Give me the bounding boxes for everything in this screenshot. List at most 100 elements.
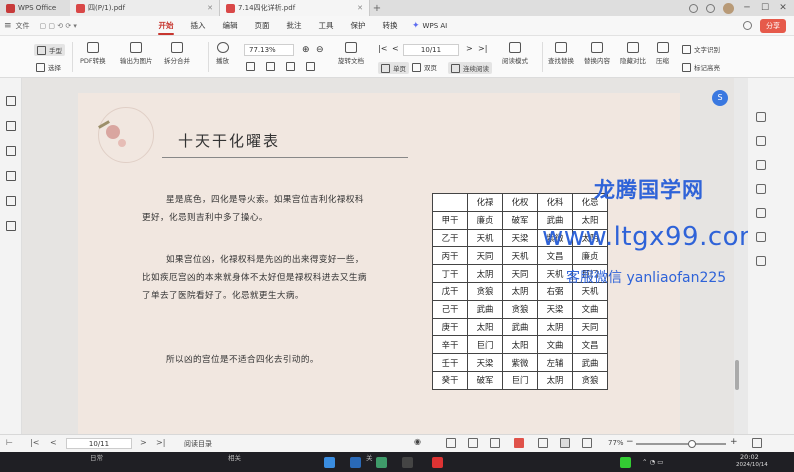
prev-page-icon[interactable]: < bbox=[50, 438, 57, 447]
outline-icon[interactable] bbox=[6, 146, 16, 156]
menu-page[interactable]: 页面 bbox=[246, 16, 278, 36]
close-window-button[interactable]: ✕ bbox=[778, 3, 788, 13]
taskbar-app-icon[interactable] bbox=[402, 457, 413, 468]
page-number-input[interactable]: 10/11 bbox=[403, 44, 459, 56]
play-view-icon[interactable] bbox=[514, 438, 524, 448]
compress-button[interactable]: 压缩 bbox=[656, 42, 669, 65]
split-merge-button[interactable]: 拆分合并 bbox=[164, 42, 190, 65]
menu-start[interactable]: 开始 bbox=[150, 16, 182, 36]
assistant-icon[interactable]: S bbox=[712, 90, 728, 106]
last-page-icon[interactable]: >| bbox=[156, 438, 165, 447]
menu-annotate[interactable]: 批注 bbox=[278, 16, 310, 36]
menu-protect[interactable]: 保护 bbox=[342, 16, 374, 36]
fit-icon[interactable] bbox=[752, 438, 762, 448]
taskbar-app-icon[interactable] bbox=[350, 457, 361, 468]
fit-page-icon[interactable] bbox=[266, 62, 275, 71]
rotate-doc-button[interactable]: 旋转文档 bbox=[338, 42, 364, 65]
translate-icon[interactable] bbox=[756, 136, 766, 146]
actual-size-icon[interactable] bbox=[286, 62, 295, 71]
taskbar-app-icon[interactable] bbox=[376, 457, 387, 468]
share-button[interactable]: 分享 bbox=[760, 18, 786, 33]
highlight-button[interactable]: 标记高亮 bbox=[682, 62, 720, 72]
sidebar-toggle-icon[interactable]: ⊢ bbox=[6, 438, 13, 447]
tab-home[interactable]: WPS Office bbox=[0, 0, 70, 16]
search-icon[interactable] bbox=[756, 112, 766, 122]
properties-icon[interactable] bbox=[756, 160, 766, 170]
comment-icon[interactable] bbox=[756, 208, 766, 218]
zoom-select[interactable]: 77.13% bbox=[244, 44, 294, 56]
first-page-icon[interactable]: |< bbox=[30, 438, 39, 447]
settings-icon[interactable] bbox=[706, 3, 715, 13]
tray-icon[interactable] bbox=[620, 457, 631, 468]
hamburger-icon[interactable]: ≡ bbox=[4, 21, 12, 31]
right-sidebar bbox=[748, 78, 794, 434]
ocr-button[interactable]: 文字识别 bbox=[682, 44, 720, 54]
single-page-button[interactable]: 单页 bbox=[378, 62, 409, 74]
scroll-thumb[interactable] bbox=[735, 360, 739, 390]
menu-edit[interactable]: 编辑 bbox=[214, 16, 246, 36]
read-mode-button[interactable]: 阅读模式 bbox=[502, 42, 528, 65]
find-replace-button[interactable]: 查找替换 bbox=[548, 42, 574, 65]
status-page-input[interactable]: 10/11 bbox=[66, 438, 132, 449]
double-page-view-icon[interactable] bbox=[468, 438, 478, 448]
hide-compare-button[interactable]: 隐藏对比 bbox=[620, 42, 646, 65]
fullscreen-icon[interactable] bbox=[306, 62, 315, 71]
menu-insert[interactable]: 插入 bbox=[182, 16, 214, 36]
last-page-icon[interactable]: >| bbox=[478, 44, 487, 53]
vertical-scrollbar[interactable] bbox=[734, 90, 740, 430]
menu-tools[interactable]: 工具 bbox=[310, 16, 342, 36]
fit-width-view-icon[interactable] bbox=[538, 438, 548, 448]
attachment-icon[interactable] bbox=[6, 171, 16, 181]
double-page-button[interactable]: 双页 bbox=[412, 62, 437, 72]
zoom-level[interactable]: 77% bbox=[608, 439, 624, 447]
replace-content-button[interactable]: 替换内容 bbox=[584, 42, 610, 65]
play-button[interactable]: 播放 bbox=[216, 42, 229, 65]
eye-icon[interactable]: ◉ bbox=[414, 437, 421, 446]
windows-start-icon[interactable] bbox=[324, 457, 335, 468]
signature-icon[interactable] bbox=[6, 196, 16, 206]
thumbnail-icon[interactable] bbox=[6, 121, 16, 131]
select-tool-button[interactable]: 选择 bbox=[36, 62, 61, 72]
wps-ai-button[interactable]: ✦ WPS AI bbox=[412, 21, 447, 31]
new-tab-button[interactable]: + bbox=[370, 3, 384, 14]
avatar[interactable] bbox=[723, 2, 734, 14]
next-page-icon[interactable]: > bbox=[466, 44, 473, 53]
single-page-view-icon[interactable] bbox=[446, 438, 456, 448]
close-icon[interactable]: ✕ bbox=[207, 4, 213, 12]
next-page-icon[interactable]: > bbox=[140, 438, 147, 447]
bookmark-icon[interactable] bbox=[6, 96, 16, 106]
close-icon[interactable]: ✕ bbox=[357, 4, 363, 12]
settings-icon[interactable] bbox=[756, 184, 766, 194]
tab-document-1[interactable]: 四(P/1).pdf ✕ bbox=[70, 0, 220, 16]
continuous-button[interactable]: 连续阅读 bbox=[448, 62, 492, 74]
zoom-slider-knob[interactable] bbox=[688, 440, 696, 448]
zoom-in-icon[interactable]: ⊕ bbox=[302, 45, 310, 55]
skin-icon[interactable] bbox=[689, 3, 698, 13]
file-menu[interactable]: 文件 bbox=[16, 21, 30, 31]
continuous-view-icon[interactable] bbox=[490, 438, 500, 448]
zoom-out-icon[interactable]: − bbox=[626, 437, 634, 447]
cloud-icon[interactable] bbox=[743, 21, 752, 30]
minimize-button[interactable]: ─ bbox=[742, 3, 752, 13]
pdf-convert-button[interactable]: PDF转换 bbox=[80, 42, 106, 65]
nav-pane-label[interactable]: 阅读目录 bbox=[184, 439, 212, 449]
export-image-button[interactable]: 输出为图片 bbox=[120, 42, 153, 65]
share-icon[interactable] bbox=[756, 232, 766, 242]
fullscreen-view-icon[interactable] bbox=[582, 438, 592, 448]
quick-access-icons[interactable]: ▢ ▢ ⟲ ⟳ ▾ bbox=[40, 22, 77, 30]
layers-icon[interactable] bbox=[6, 221, 16, 231]
zoom-in-icon[interactable]: + bbox=[730, 437, 738, 447]
more-icon[interactable] bbox=[756, 256, 766, 266]
tray-icons[interactable]: ⌃ ◔ ▭ bbox=[642, 458, 663, 466]
wps-taskbar-icon[interactable] bbox=[432, 457, 443, 468]
fit-page-view-icon[interactable] bbox=[560, 438, 570, 448]
tab-document-2[interactable]: 7.14四化详析.pdf ✕ bbox=[220, 0, 370, 16]
zoom-out-icon[interactable]: ⊖ bbox=[316, 45, 324, 55]
maximize-button[interactable]: ☐ bbox=[760, 3, 770, 13]
menu-convert[interactable]: 转换 bbox=[374, 16, 406, 36]
hand-tool-button[interactable]: 手型 bbox=[34, 44, 65, 56]
zoom-slider[interactable] bbox=[636, 440, 726, 448]
fit-width-icon[interactable] bbox=[246, 62, 255, 71]
prev-page-icon[interactable]: < bbox=[392, 44, 399, 53]
first-page-icon[interactable]: |< bbox=[378, 44, 387, 53]
